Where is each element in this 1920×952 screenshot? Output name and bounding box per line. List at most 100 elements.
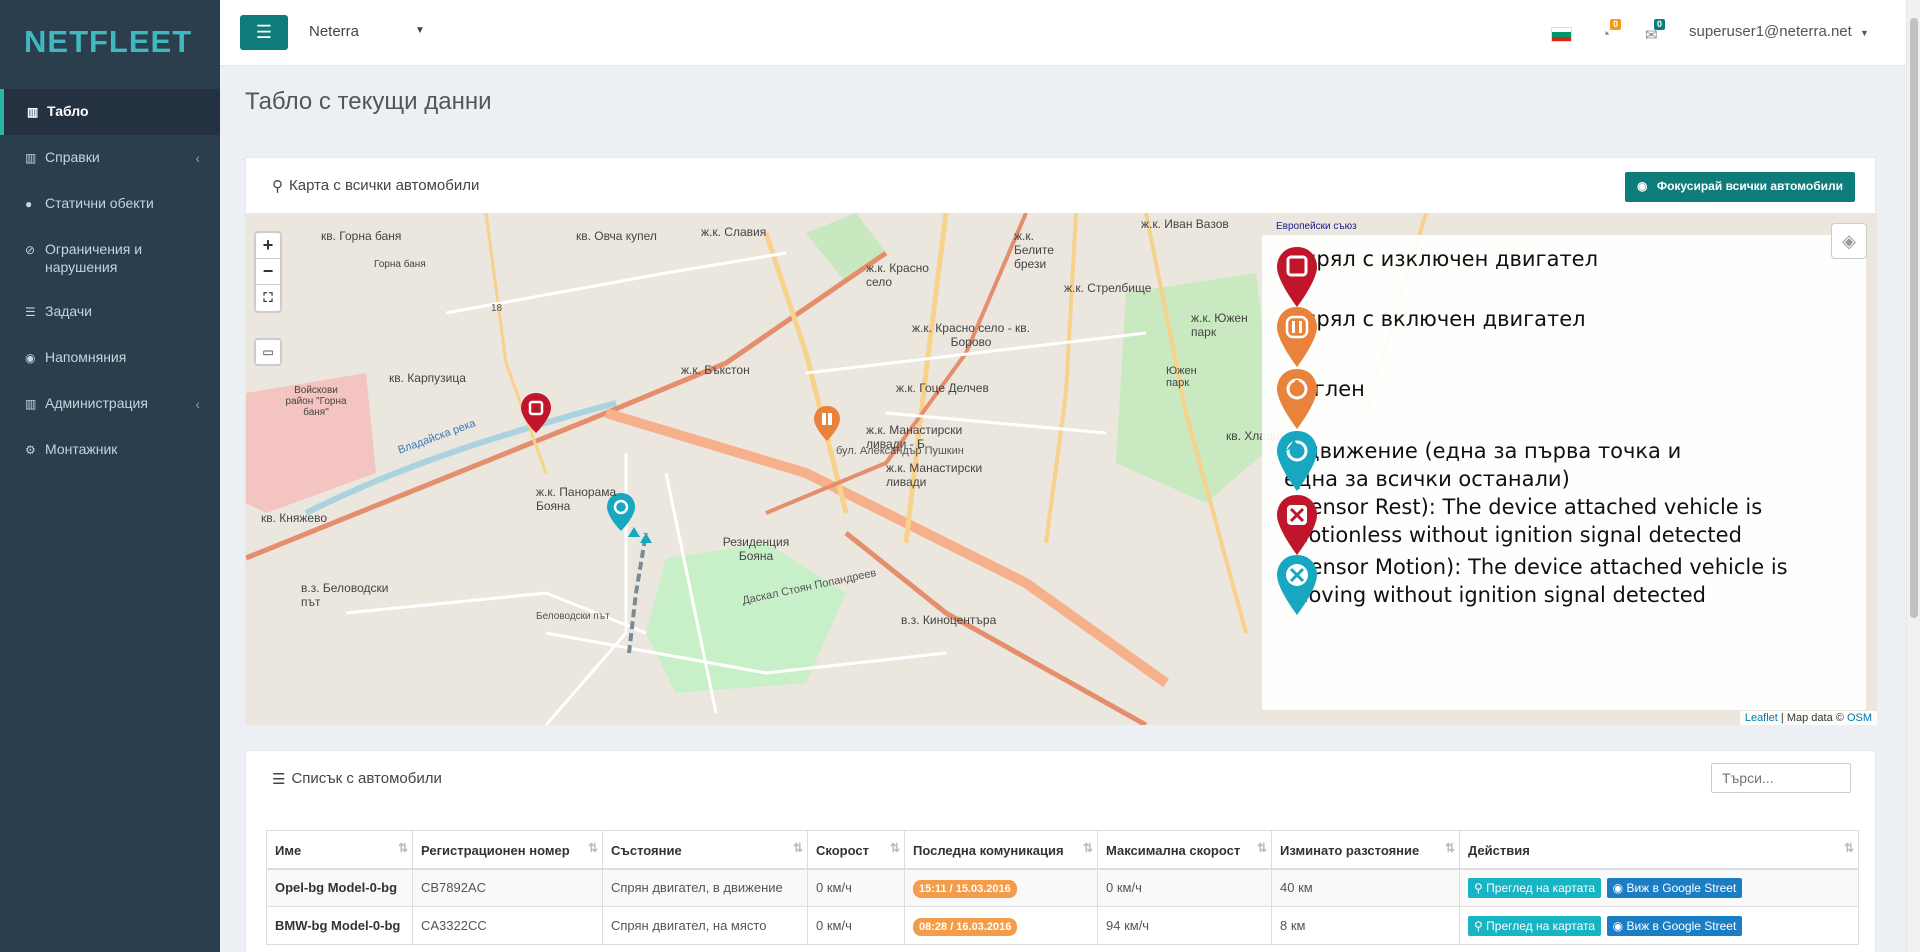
sidebar-item-label: Справки xyxy=(45,149,100,165)
map-label: ж.к. Стрелбище xyxy=(1064,281,1152,295)
bell-icon: ◔ xyxy=(1601,26,1611,43)
fullscreen-button[interactable]: ⛶ xyxy=(256,285,280,311)
cogs-icon: ⚙ xyxy=(25,443,36,457)
sidebar-item-reminders[interactable]: ◉ Напомняния xyxy=(0,335,220,381)
notifications-badge: 0 xyxy=(1610,19,1622,30)
list-icon: ☰ xyxy=(25,305,36,319)
eye-icon: ◉ xyxy=(1612,918,1624,933)
vehicle-last-comm: 15:11 / 15.03.2016 xyxy=(904,868,1098,907)
zoom-in-button[interactable]: + xyxy=(256,233,280,259)
tow-pin-icon xyxy=(1277,369,1317,429)
sensor-motion-pin-icon xyxy=(1277,555,1317,615)
search-input[interactable] xyxy=(1711,763,1851,793)
legend-label: (Sensor Rest): The device attached vehic… xyxy=(1288,495,1763,547)
sidebar-item-tasks[interactable]: ☰ Задачи xyxy=(0,289,220,335)
legend-item: (Sensor Rest): The device attached vehic… xyxy=(1274,493,1808,555)
map-panel: ⚲ Карта с всички автомобили ◉ Фокусирай … xyxy=(245,157,1877,725)
map-label: ж.к. Славия xyxy=(701,225,767,239)
time-badge: 15:11 / 15.03.2016 xyxy=(913,880,1017,899)
legend-item: (Sensor Motion): The device attached veh… xyxy=(1274,553,1808,615)
map-label: 18 xyxy=(491,303,503,314)
column-header[interactable]: Последна комуникация ⇅ xyxy=(904,830,1098,870)
map-label: Войскови район "Горна баня" xyxy=(285,385,347,418)
legend-item: Спрял с изключен двигател xyxy=(1274,245,1598,307)
direction-arrow-icon xyxy=(1286,440,1302,451)
pause-pin-icon xyxy=(1277,307,1317,367)
brand-logo[interactable]: NETFLEET xyxy=(0,0,220,84)
map-label: бул. Александър Пушкин xyxy=(836,445,964,457)
table-row: BMW-bg Model-0-bg CA3322CC Спрян двигате… xyxy=(266,906,1859,945)
vehicle-route xyxy=(627,532,648,654)
sidebar-item-label: Напомняния xyxy=(45,349,127,365)
column-header[interactable]: Действия ⇅ xyxy=(1459,830,1859,870)
measure-button[interactable]: ▭ xyxy=(254,338,282,366)
time-badge: 08:28 / 16.03.2016 xyxy=(913,918,1018,936)
map-label: ж.к. Красно село xyxy=(866,261,929,289)
vehicles-map[interactable]: кв. Горна баня кв. Овча купел ж.к. Слави… xyxy=(246,213,1877,725)
vehicle-speed: 0 км/ч xyxy=(807,868,905,907)
sidebar-item-static-objects[interactable]: ● Статични обекти xyxy=(0,181,220,227)
company-select[interactable]: Neterra xyxy=(309,23,359,40)
list-icon: ☰ xyxy=(272,770,286,788)
zoom-control: + − ⛶ xyxy=(254,231,282,313)
map-pin-icon: ● xyxy=(25,197,33,211)
sort-icon: ⇅ xyxy=(1843,841,1854,855)
hamburger-icon: ☰ xyxy=(255,22,273,42)
sidebar-item-restrictions[interactable]: ⊘ Ограничения и нарушения xyxy=(0,227,220,289)
legend-item: Спрял с включен двигател xyxy=(1274,305,1586,367)
sidebar-item-dashboard[interactable]: ▥ Табло xyxy=(0,89,220,135)
notifications-button[interactable]: ◔ 0 xyxy=(1601,19,1622,43)
layers-control[interactable]: ◈ xyxy=(1831,223,1867,259)
vehicle-state: Спрян двигател, в движение xyxy=(602,868,808,907)
ban-icon: ⊘ xyxy=(25,243,36,257)
map-label: ж.к. Иван Вазов xyxy=(1141,217,1229,231)
map-legend: Спрял с изключен двигател Спрял с включе… xyxy=(1262,235,1866,710)
sort-icon: ⇅ xyxy=(1082,841,1093,855)
view-on-map-button[interactable]: ⚲ Преглед на картата xyxy=(1468,915,1602,936)
column-header[interactable]: Скорост ⇅ xyxy=(807,830,905,870)
column-header[interactable]: Име ⇅ xyxy=(266,830,413,870)
sidebar-item-administration[interactable]: ▥ Администрация ‹ xyxy=(0,381,220,427)
scrollbar-thumb[interactable] xyxy=(1910,18,1918,618)
map-marker-icon: ⚲ xyxy=(1474,918,1483,933)
sidebar-item-installer[interactable]: ⚙ Монтажник xyxy=(0,427,220,473)
caret-down-icon[interactable]: ▼ xyxy=(415,25,425,36)
sidebar-toggle-button[interactable]: ☰ xyxy=(240,15,288,50)
osm-link[interactable]: OSM xyxy=(1847,712,1872,724)
bulgaria-flag-icon[interactable] xyxy=(1551,27,1572,42)
map-label: ж.к. Красно село - кв. Борово xyxy=(912,321,1030,349)
vehicle-list-panel: ☰ Списък с автомобили Име⇅ Регистрационе… xyxy=(245,750,1876,952)
sidebar-item-label: Задачи xyxy=(45,303,93,319)
leaflet-link[interactable]: Leaflet xyxy=(1745,712,1778,724)
google-street-button[interactable]: ◉ Виж в Google Street xyxy=(1606,877,1743,898)
google-street-button[interactable]: ◉ Виж в Google Street xyxy=(1606,915,1743,936)
sort-icon: ⇅ xyxy=(397,841,408,855)
main-content: Табло с текущи данни ⚲ Карта с всички ав… xyxy=(220,66,1900,952)
caret-down-icon: ▼ xyxy=(1860,28,1869,38)
legend-label: В движение (една за първа точка и една з… xyxy=(1284,439,1682,491)
page-scrollbar[interactable] xyxy=(1906,0,1920,952)
sidebar-item-reports[interactable]: ▥ Справки ‹ xyxy=(0,135,220,181)
messages-button[interactable]: ✉ 0 xyxy=(1645,19,1666,44)
column-header[interactable]: Изминато разстояние ⇅ xyxy=(1271,830,1460,870)
direction-arrow xyxy=(640,533,652,543)
map-label: ж.к. Гоце Делчев xyxy=(896,381,989,395)
user-menu[interactable]: superuser1@neterra.net ▼ xyxy=(1689,23,1869,40)
sensor-rest-pin-icon xyxy=(1277,495,1317,555)
bar-chart-icon: ▥ xyxy=(25,151,37,165)
attribution-text: | Map data © xyxy=(1780,712,1844,724)
focus-all-vehicles-button[interactable]: ◉ Фокусирай всички автомобили xyxy=(1625,172,1855,202)
column-header[interactable]: Състояние ⇅ xyxy=(602,830,808,870)
column-header[interactable]: Максимална скорост ⇅ xyxy=(1097,830,1272,870)
map-panel-title: Карта с всички автомобили xyxy=(289,177,480,194)
sidebar-menu: ▥ Табло ▥ Справки ‹ ● Статични обекти ⊘ … xyxy=(0,89,220,473)
map-label: Южен парк xyxy=(1166,365,1197,389)
sidebar-item-label: Статични обекти xyxy=(45,195,154,211)
view-on-map-button[interactable]: ⚲ Преглед на картата xyxy=(1468,877,1602,898)
sidebar: NETFLEET ▥ Табло ▥ Справки ‹ ● Статични … xyxy=(0,0,220,952)
column-header[interactable]: Регистрационен номер ⇅ xyxy=(412,830,603,870)
legend-item: В движение (една за първа точка и една з… xyxy=(1274,429,1684,493)
map-label: Беловодски път xyxy=(536,611,610,622)
map-label: Резиденция Бояна xyxy=(722,535,790,563)
zoom-out-button[interactable]: − xyxy=(256,259,280,285)
